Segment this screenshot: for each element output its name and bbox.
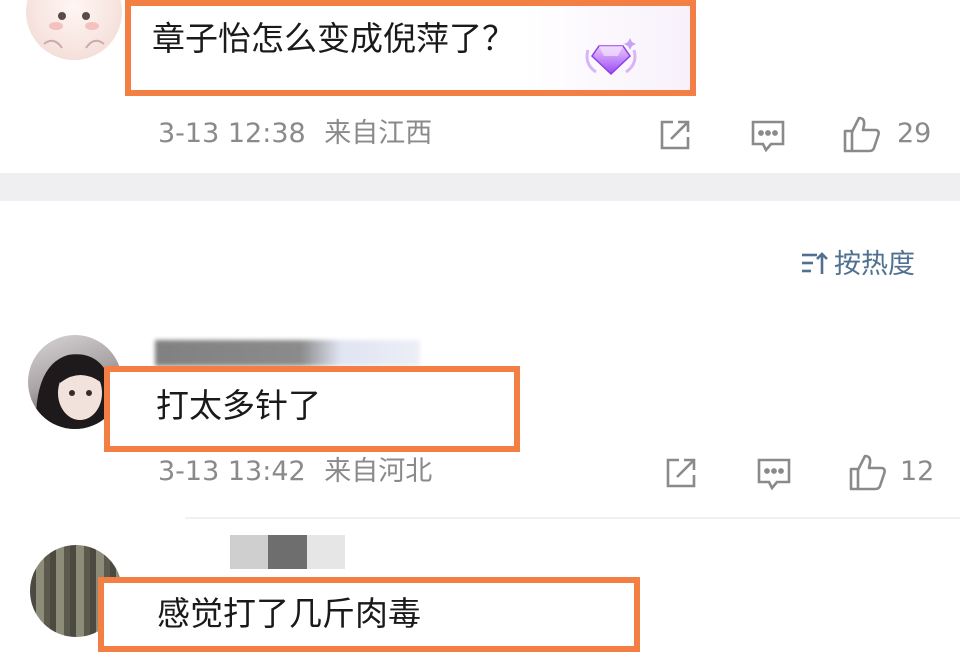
share-icon[interactable]	[657, 117, 693, 153]
like-count: 12	[900, 456, 935, 487]
comment-meta: 3-13 13:42 来自河北	[158, 458, 432, 485]
sort-icon	[800, 250, 828, 281]
sort-by-hot-button[interactable]: 按热度	[800, 250, 915, 281]
blurred-username	[230, 535, 345, 569]
thumbs-up-icon[interactable]	[841, 113, 883, 155]
divider	[185, 517, 960, 519]
avatar[interactable]	[26, 0, 122, 60]
like-count: 29	[897, 118, 932, 149]
comment-icon[interactable]	[755, 455, 793, 493]
comment-location: 来自江西	[324, 118, 433, 149]
thumbs-up-icon[interactable]	[847, 451, 889, 493]
comment-time: 3-13 13:42	[158, 456, 306, 487]
share-icon[interactable]	[663, 455, 699, 491]
blurred-username	[155, 340, 420, 366]
comment-icon[interactable]	[749, 117, 787, 155]
comment-meta: 3-13 12:38 来自江西	[158, 120, 432, 147]
diamond-badge-icon	[582, 34, 640, 80]
comment-location: 来自河北	[324, 456, 433, 487]
comment-text: 打太多针了	[156, 386, 321, 425]
comment-text: 章子怡怎么变成倪萍了？	[152, 19, 515, 58]
sort-label: 按热度	[834, 249, 915, 280]
section-divider	[0, 173, 960, 201]
comment-text: 感觉打了几斤肉毒	[157, 594, 421, 633]
comment-time: 3-13 12:38	[158, 118, 306, 149]
